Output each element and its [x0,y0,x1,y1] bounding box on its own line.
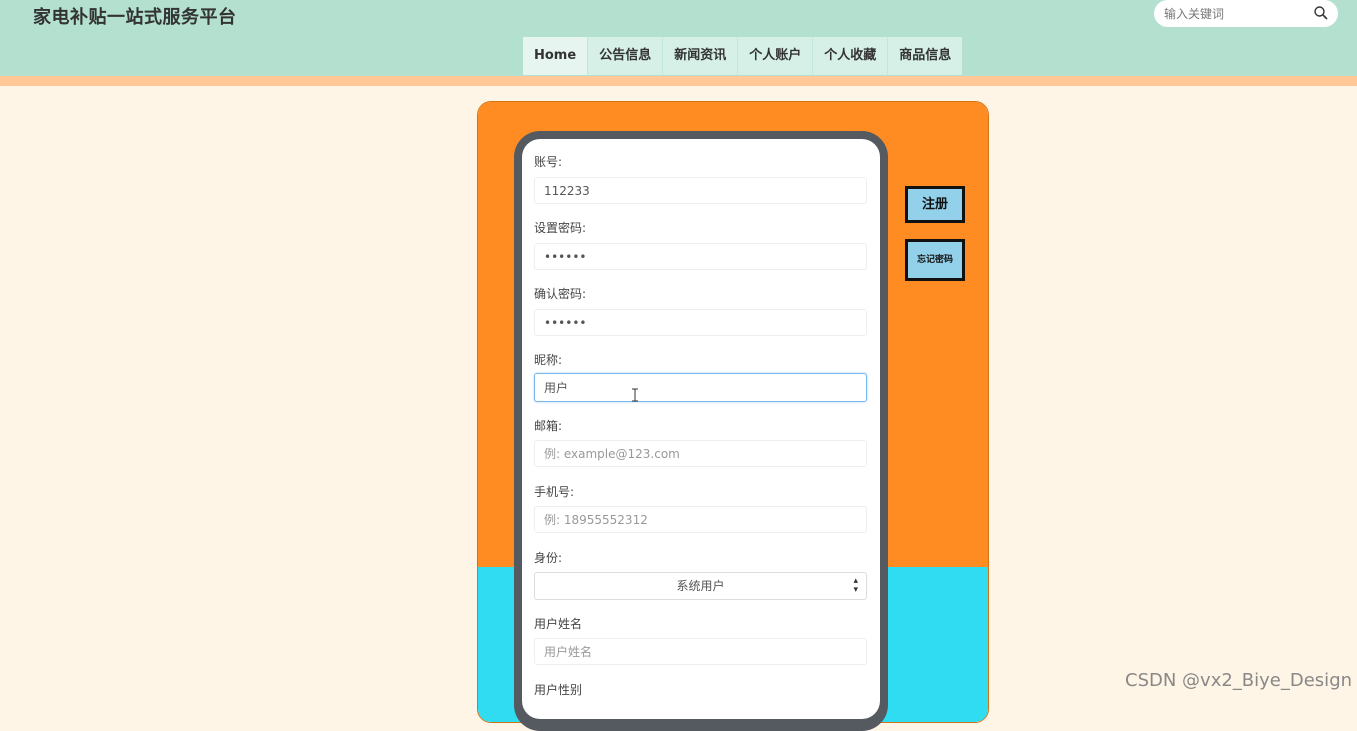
role-label: 身份: [534,551,563,565]
nav-item-products[interactable]: 商品信息 [888,37,962,75]
register-button[interactable]: 注册 [905,186,965,223]
header-stripe [0,76,1357,86]
email-input[interactable] [534,440,867,467]
watermark-text: CSDN @vx2_Biye_Design [1125,670,1353,691]
search-input[interactable] [1162,4,1306,24]
account-label: 账号: [534,155,563,169]
nav-item-news[interactable]: 新闻资讯 [663,37,739,75]
site-title: 家电补贴一站式服务平台 [33,7,237,28]
gender-label: 用户性别 [534,683,583,697]
search-box [1154,0,1338,27]
confirm-password-label: 确认密码: [534,287,587,301]
forgot-password-button[interactable]: 忘记密码 [905,239,965,281]
username-label: 用户姓名 [534,617,583,631]
main-nav: Home 公告信息 新闻资讯 个人账户 个人收藏 商品信息 [523,37,963,75]
email-label: 邮箱: [534,419,563,433]
nav-item-home[interactable]: Home [523,37,589,75]
account-input[interactable] [534,177,867,204]
username-input[interactable] [534,638,867,665]
nickname-input[interactable] [534,373,867,402]
password-input[interactable] [534,243,867,270]
nav-item-announcements[interactable]: 公告信息 [588,37,664,75]
confirm-password-input[interactable] [534,309,867,336]
password-label: 设置密码: [534,221,587,235]
search-icon[interactable] [1313,5,1329,21]
select-arrows-icon: ▴ ▾ [853,576,858,595]
role-select-value: 系统用户 [676,579,725,593]
nav-item-account[interactable]: 个人账户 [738,37,814,75]
role-select[interactable]: 系统用户 ▴ ▾ [534,572,867,600]
nav-item-favorites[interactable]: 个人收藏 [813,37,889,75]
phone-input[interactable] [534,506,867,533]
text-cursor-icon [632,388,638,402]
nickname-label: 昵称: [534,353,563,367]
phone-label: 手机号: [534,485,575,499]
